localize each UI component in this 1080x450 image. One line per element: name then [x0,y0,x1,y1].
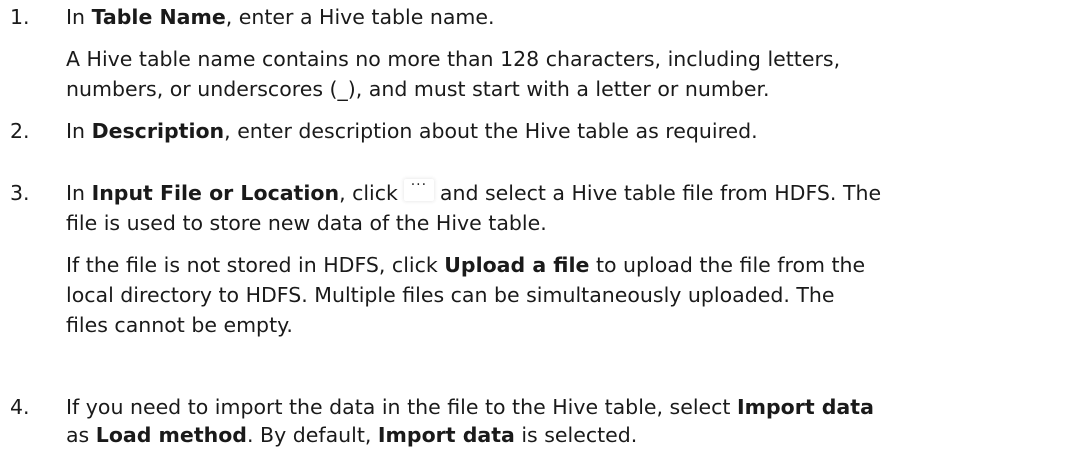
import-data-label: Import data [736,395,874,419]
text: . By default, [246,423,378,447]
step-number: 2. [10,119,30,143]
browse-button[interactable]: ··· [403,177,434,201]
text: is selected. [514,423,638,447]
text: and select a Hive table file from HDFS. … [439,181,882,205]
step-1-note-line-1: A Hive table name contains no more than … [66,47,841,71]
step-3-instruction-line-2: file is used to store new data of the Hi… [66,211,547,235]
field-name-table-name: Table Name [91,5,226,29]
text: If you need to import the data in the fi… [66,395,737,419]
step-3-note-line-2: local directory to HDFS. Multiple files … [66,283,835,307]
import-data-label: Import data [377,423,515,447]
text: In [66,181,92,205]
text: In [66,119,92,143]
text: In [66,5,92,29]
text: , enter description about the Hive table… [224,119,758,143]
text: , click [339,181,398,205]
step-2-instruction: In Description, enter description about … [66,116,758,146]
step-4-instruction: If you need to import the data in the fi… [66,392,874,422]
step-3-note-line-3: files cannot be empty. [66,313,293,337]
step-3-instruction: In Input File or Location, click ··· and s… [66,178,881,208]
text: If the file is not stored in HDFS, click [66,253,445,277]
upload-a-file-label: Upload a file [444,253,590,277]
step-1-note-line-2: numbers, or underscores (_), and must st… [66,77,770,101]
load-method-label: Load method [95,423,247,447]
text: to upload the file from the [589,253,866,277]
step-number: 3. [10,181,30,205]
step-number: 1. [10,5,30,29]
field-name-input-file-or-location: Input File or Location [91,181,340,205]
step-4-instruction-line-2: as Load method. By default, Import data … [66,420,637,450]
field-name-description: Description [91,119,225,143]
more-icon: ··· [410,177,428,193]
text: as [66,423,96,447]
step-1-instruction: In Table Name, enter a Hive table name. [66,2,495,32]
step-number: 4. [10,395,30,419]
text: , enter a Hive table name. [225,5,495,29]
step-3-note-line-1: If the file is not stored in HDFS, click… [66,250,865,280]
